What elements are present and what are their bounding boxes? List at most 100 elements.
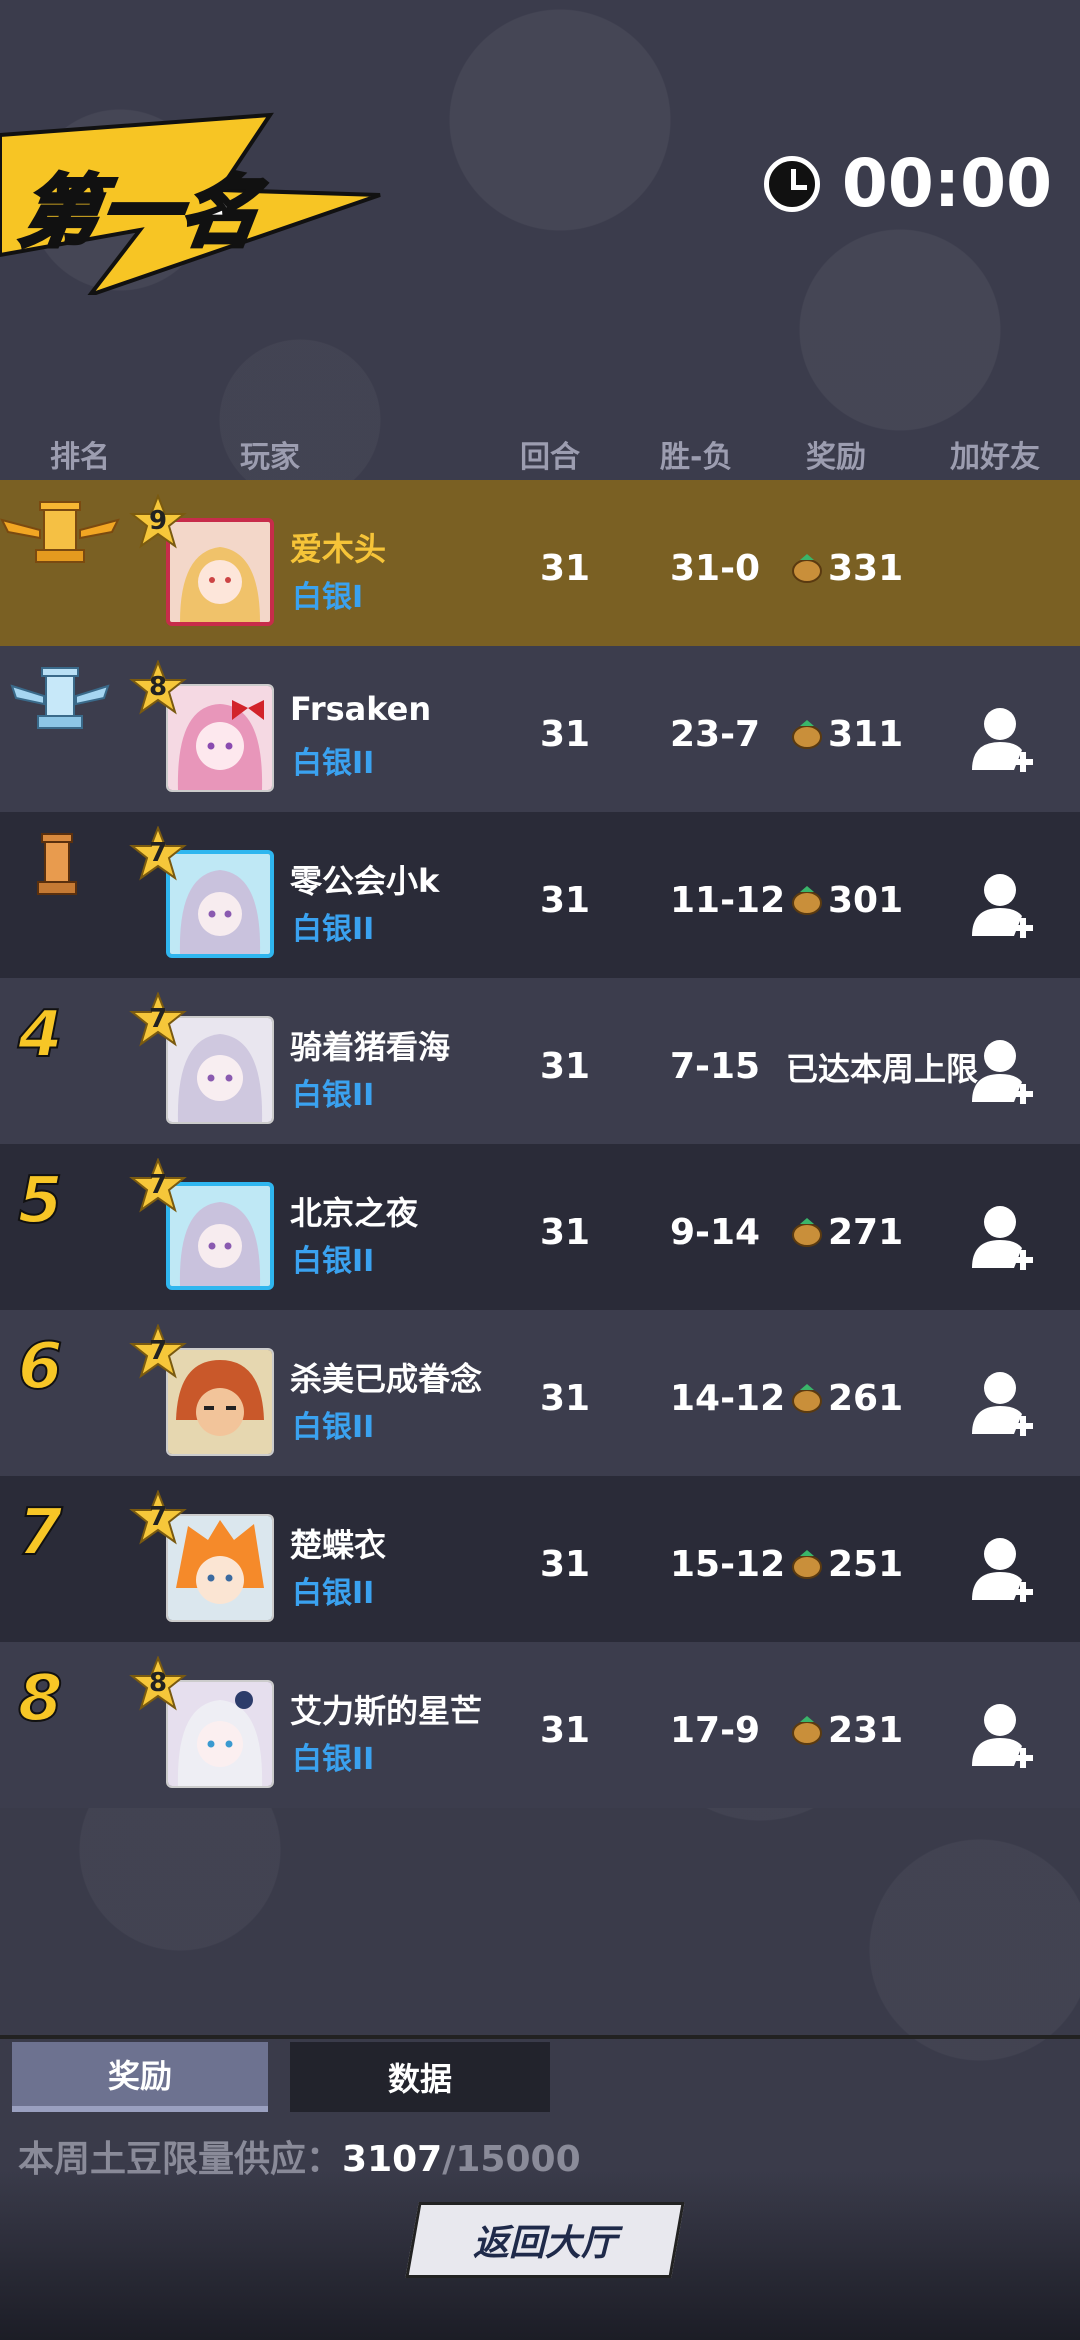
- bronze-rook-trophy-icon: [37, 833, 77, 895]
- player-tier: 白银II: [292, 912, 375, 947]
- winloss-value: 9-14: [670, 1212, 761, 1253]
- potato-coin-icon: [792, 1217, 822, 1247]
- add-friend-icon[interactable]: [970, 704, 1040, 774]
- table-row: 8 8 艾力斯的星芒 白银II 31 17-9 231: [0, 1642, 1080, 1808]
- level-badge: 7: [128, 1323, 188, 1384]
- header-player: 玩家: [240, 440, 300, 475]
- winloss-value: 11-12: [670, 880, 786, 921]
- player-name: 零公会小k: [290, 862, 440, 900]
- potato-coin-icon: [792, 885, 822, 915]
- reward-amount: 261: [828, 1378, 904, 1419]
- reward-amount: 301: [828, 880, 904, 921]
- back-button-label: 返回大厅: [472, 2223, 617, 2264]
- table-row: 4 7 骑着猪看海 白银II 31 7-15 已达本周上限: [0, 978, 1080, 1144]
- rank-number: 7: [17, 1495, 64, 1571]
- table-row: 6 7 杀美已成眷念 白银II 31 14-12 261: [0, 1310, 1080, 1476]
- rounds-value: 31: [540, 1378, 591, 1419]
- player-name: 杀美已成眷念: [290, 1360, 483, 1398]
- player-tier: 白银II: [292, 1742, 375, 1777]
- add-friend-icon[interactable]: [970, 1036, 1040, 1106]
- divider: [0, 2035, 1080, 2039]
- level-text: 7: [148, 1502, 168, 1532]
- add-friend-icon[interactable]: [970, 1534, 1040, 1604]
- add-friend-icon[interactable]: [970, 870, 1040, 940]
- level-badge: 7: [128, 825, 188, 886]
- player-name: 北京之夜: [290, 1194, 419, 1232]
- timer-text: 00:00: [841, 145, 1052, 222]
- player-name: 楚蝶衣: [290, 1526, 387, 1564]
- winloss-value: 31-0: [670, 548, 761, 589]
- timer: 00:00: [763, 145, 1052, 222]
- winloss-value: 17-9: [670, 1710, 761, 1751]
- potato-coin-icon: [792, 553, 822, 583]
- add-friend-icon[interactable]: [970, 1700, 1040, 1770]
- player-tier: 白银II: [292, 1410, 375, 1445]
- player-name: 骑着猪看海: [290, 1028, 451, 1066]
- reward-amount: 271: [828, 1212, 904, 1253]
- reward-value: 231: [790, 1710, 903, 1751]
- winloss-value: 7-15: [670, 1046, 761, 1087]
- level-badge: 7: [128, 1157, 188, 1218]
- level-text: 7: [148, 1336, 168, 1366]
- header-reward: 奖励: [806, 440, 866, 475]
- tab-data[interactable]: 数据: [290, 2042, 550, 2112]
- gold-rook-trophy-icon: [0, 501, 120, 563]
- add-friend-icon[interactable]: [970, 1202, 1040, 1272]
- potato-coin-icon: [792, 1383, 822, 1413]
- rank-number: 6: [17, 1329, 64, 1405]
- player-name: 爱木头: [290, 530, 387, 568]
- table-row: 5 7 北京之夜 白银II 31 9-14 271: [0, 1144, 1080, 1310]
- level-badge: 7: [128, 991, 188, 1052]
- back-to-lobby-button[interactable]: 返回大厅: [405, 2202, 685, 2278]
- player-tier: 白银I: [292, 580, 364, 615]
- rank-number: 8: [17, 1661, 64, 1737]
- header-rank: 排名: [50, 440, 110, 475]
- table-row: 7 零公会小k 白银II 31 11-12 301: [0, 812, 1080, 978]
- reward-amount: 231: [828, 1710, 904, 1751]
- reward-value: 331: [790, 548, 903, 589]
- rounds-value: 31: [540, 880, 591, 921]
- header-addfriend: 加好友: [950, 440, 1040, 475]
- level-text: 7: [148, 1170, 168, 1200]
- player-name: 艾力斯的星芒: [290, 1692, 483, 1730]
- leaderboard-list: 9 爱木头 白银I 31 31-0 331 8 Frsaken 白银II 31 …: [0, 480, 1080, 1808]
- reward-amount: 331: [828, 548, 904, 589]
- banner-title: 第一名: [13, 166, 270, 260]
- level-badge: 9: [128, 493, 188, 554]
- table-row: 7 7 楚蝶衣 白银II 31 15-12 251: [0, 1476, 1080, 1642]
- header-rounds: 回合: [520, 440, 580, 475]
- player-tier: 白银II: [292, 1576, 375, 1611]
- player-name: Frsaken: [290, 690, 432, 728]
- rounds-value: 31: [540, 1046, 591, 1087]
- level-badge: 7: [128, 1489, 188, 1550]
- level-text: 9: [148, 506, 168, 536]
- reward-limit-text: 已达本周上限: [786, 1050, 979, 1088]
- rounds-value: 31: [540, 714, 591, 755]
- column-headers: 排名 玩家 回合 胜-负 奖励 加好友: [0, 432, 1080, 478]
- level-text: 7: [148, 1004, 168, 1034]
- potato-coin-icon: [792, 1549, 822, 1579]
- level-text: 8: [148, 672, 168, 702]
- add-friend-icon[interactable]: [970, 1368, 1040, 1438]
- reward-value: 261: [790, 1378, 903, 1419]
- winloss-value: 15-12: [670, 1544, 786, 1585]
- player-tier: 白银II: [292, 1078, 375, 1113]
- level-text: 8: [148, 1668, 168, 1698]
- clock-icon: [763, 155, 820, 212]
- tab-reward[interactable]: 奖励: [12, 2042, 268, 2112]
- rounds-value: 31: [540, 1544, 591, 1585]
- table-row: 9 爱木头 白银I 31 31-0 331: [0, 480, 1080, 646]
- rank-number: 5: [17, 1163, 64, 1239]
- reward-value: 271: [790, 1212, 903, 1253]
- rounds-value: 31: [540, 1710, 591, 1751]
- reward-value: 311: [790, 714, 903, 755]
- potato-coin-icon: [792, 1715, 822, 1745]
- winloss-value: 14-12: [670, 1378, 786, 1419]
- rounds-value: 31: [540, 548, 591, 589]
- player-tier: 白银II: [292, 746, 375, 781]
- reward-value: 251: [790, 1544, 903, 1585]
- player-tier: 白银II: [292, 1244, 375, 1279]
- header-winloss: 胜-负: [660, 440, 733, 475]
- potato-coin-icon: [792, 719, 822, 749]
- rank-number: 4: [17, 997, 64, 1073]
